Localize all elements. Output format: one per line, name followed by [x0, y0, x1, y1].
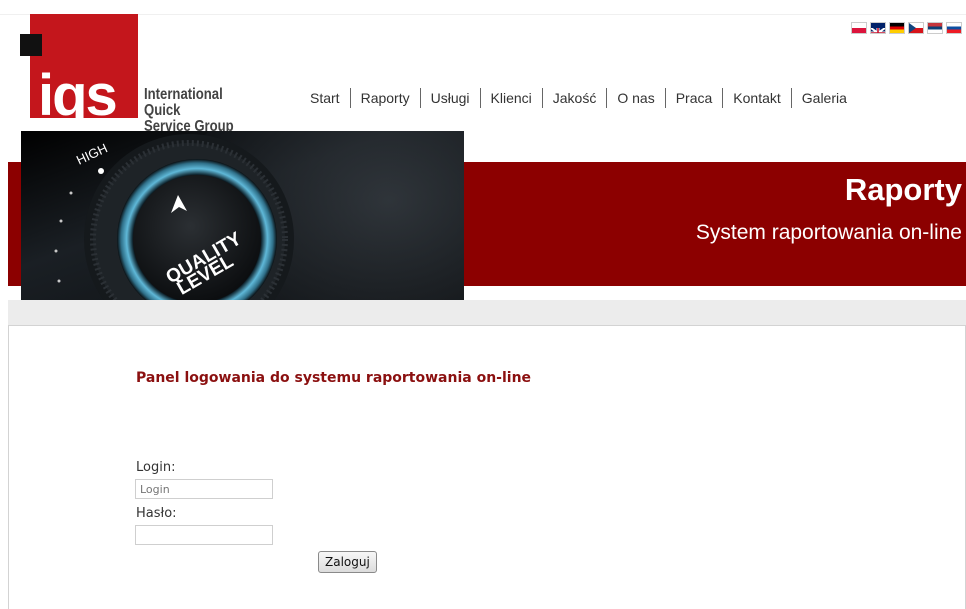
- password-label: Hasło:: [136, 506, 177, 521]
- nav-uslugi[interactable]: Usługi: [421, 90, 480, 106]
- logo-black-square: [20, 34, 42, 56]
- nav-start[interactable]: Start: [300, 90, 350, 106]
- sk-flag[interactable]: [946, 22, 962, 34]
- uk-flag[interactable]: [870, 22, 886, 34]
- nav-jakosc[interactable]: Jakość: [543, 90, 607, 106]
- nav-galeria[interactable]: Galeria: [792, 90, 857, 106]
- login-label: Login:: [136, 460, 176, 475]
- de-flag[interactable]: [889, 22, 905, 34]
- login-submit-button[interactable]: Zaloguj: [318, 551, 377, 573]
- login-panel-title: Panel logowania do systemu raportowania …: [136, 370, 532, 386]
- main-nav: Start Raporty Usługi Klienci Jakość O na…: [300, 88, 857, 108]
- page-title: Raporty: [844, 172, 962, 207]
- cz-flag[interactable]: [908, 22, 924, 34]
- pl-flag[interactable]: [851, 22, 867, 34]
- rs-flag[interactable]: [927, 22, 943, 34]
- nav-o-nas[interactable]: O nas: [607, 90, 664, 106]
- password-input[interactable]: [135, 525, 273, 545]
- content-area: Panel logowania do systemu raportowania …: [8, 325, 966, 609]
- quality-knob-image: HIGH QUALITY LEVEL: [21, 131, 464, 310]
- nav-praca[interactable]: Praca: [666, 90, 723, 106]
- logo-name-line1: International Quick: [144, 86, 223, 119]
- nav-klienci[interactable]: Klienci: [481, 90, 542, 106]
- iqs-logo[interactable]: iqs International Quick Service Group: [20, 14, 270, 135]
- login-input[interactable]: [135, 479, 273, 499]
- nav-raporty[interactable]: Raporty: [351, 90, 420, 106]
- page-subtitle: System raportowania on-line: [695, 221, 962, 244]
- logo-red-dot: [30, 80, 38, 88]
- gray-separator-bar: [8, 300, 966, 326]
- logo-company-name: International Quick Service Group: [144, 87, 247, 135]
- knob-high-label: HIGH: [74, 140, 110, 167]
- language-flags: [851, 22, 962, 34]
- nav-kontakt[interactable]: Kontakt: [723, 90, 790, 106]
- logo-mark: iqs: [38, 63, 118, 128]
